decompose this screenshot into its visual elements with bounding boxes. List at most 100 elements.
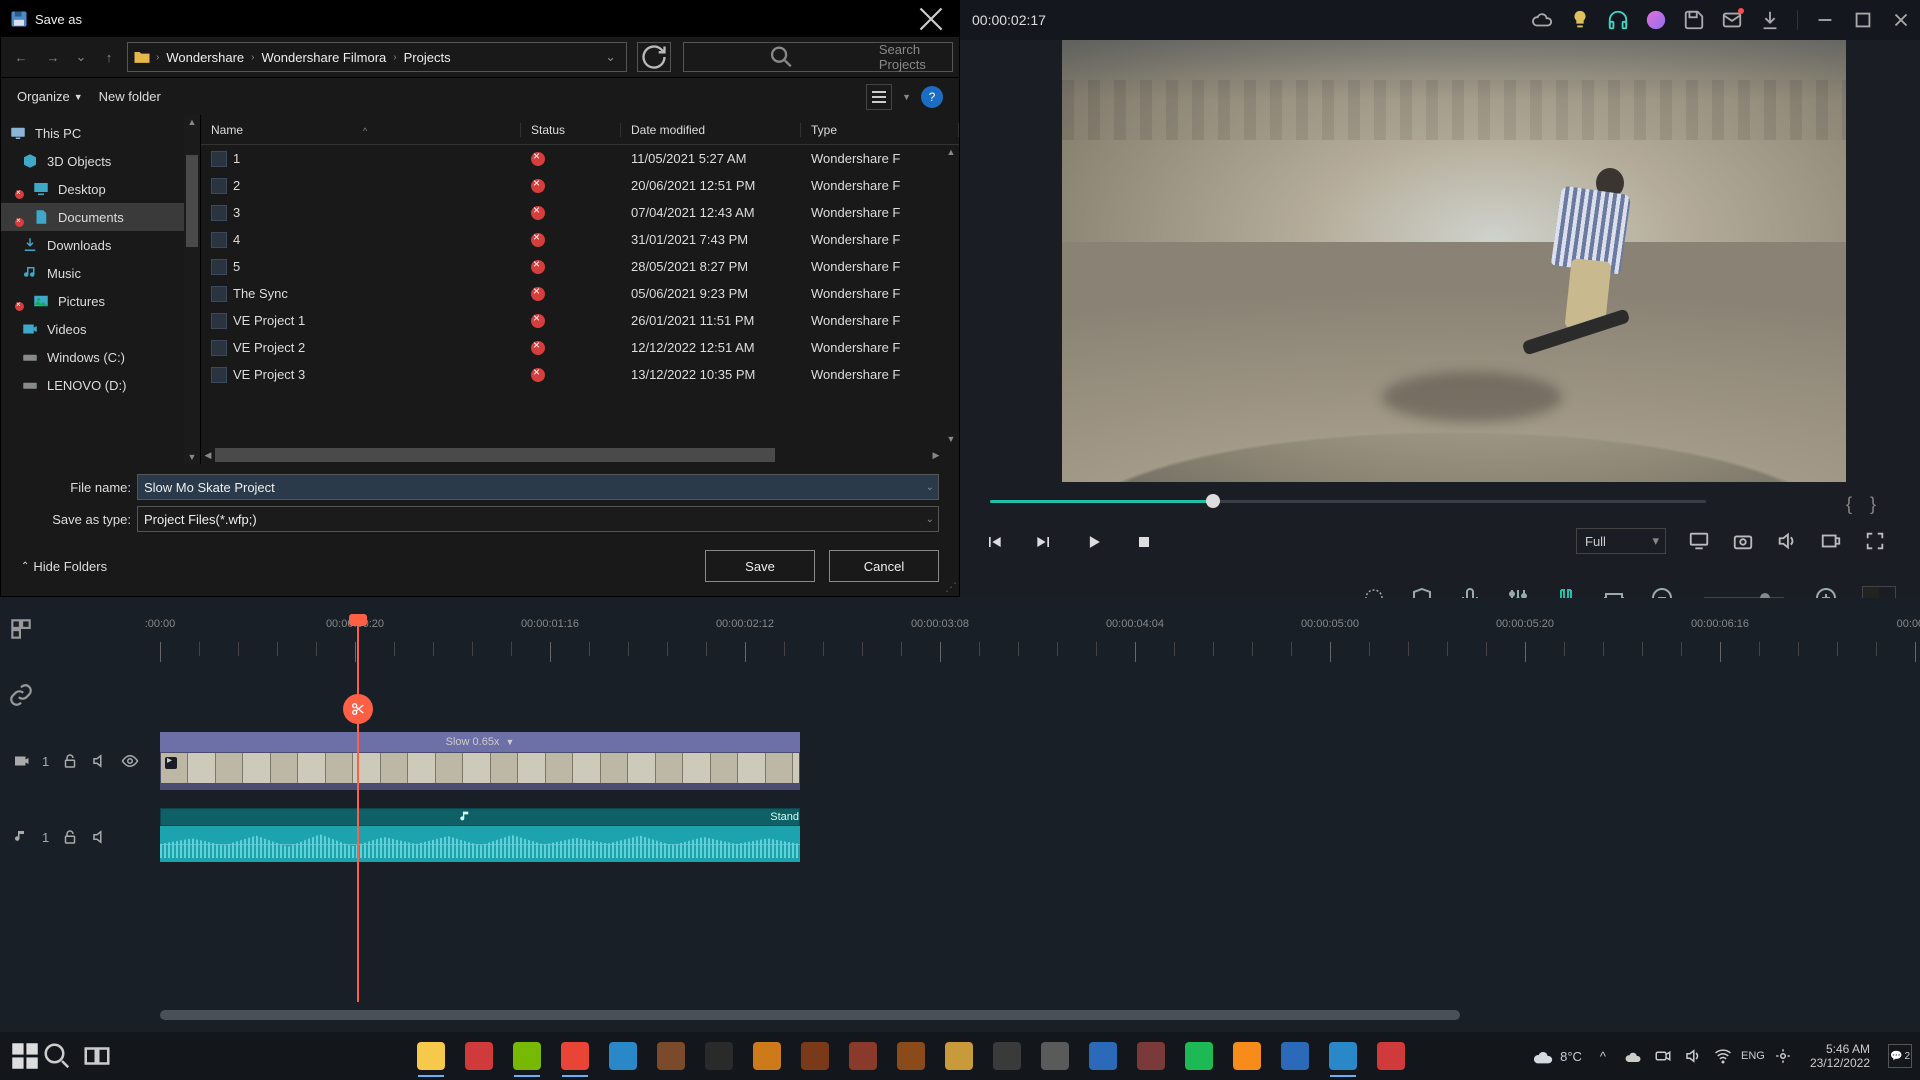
taskbar-app-19[interactable] bbox=[1324, 1037, 1362, 1075]
search-taskbar-button[interactable] bbox=[42, 1041, 72, 1071]
play-button[interactable] bbox=[1084, 532, 1104, 552]
mute-audio-icon[interactable] bbox=[91, 828, 109, 846]
back-button[interactable]: ← bbox=[7, 43, 35, 71]
lock-audio-icon[interactable] bbox=[61, 828, 79, 846]
nav-item-windows-c-[interactable]: Windows (C:) bbox=[1, 343, 200, 371]
nav-item-this-pc[interactable]: This PC bbox=[1, 119, 200, 147]
file-row[interactable]: The Sync05/06/2021 9:23 PMWondershare F bbox=[201, 280, 959, 307]
taskbar-app-5[interactable] bbox=[652, 1037, 690, 1075]
path-dropdown[interactable]: ⌄ bbox=[599, 49, 622, 65]
meet-now-icon[interactable] bbox=[1654, 1047, 1672, 1065]
file-name-dropdown[interactable]: ⌄ bbox=[926, 482, 934, 493]
audio-clip[interactable]: Stand bbox=[160, 808, 800, 864]
hide-folders-button[interactable]: ⌃Hide Folders bbox=[21, 559, 107, 574]
save-type-select[interactable]: Project Files(*.wfp;)⌄ bbox=[137, 506, 939, 532]
col-name[interactable]: Name bbox=[211, 123, 243, 137]
nav-item-music[interactable]: Music bbox=[1, 259, 200, 287]
file-row[interactable]: 220/06/2021 12:51 PMWondershare F bbox=[201, 172, 959, 199]
tray-volume-icon[interactable] bbox=[1684, 1047, 1702, 1065]
taskbar-app-11[interactable] bbox=[940, 1037, 978, 1075]
breadcrumb-1[interactable]: Wondershare Filmora bbox=[259, 50, 390, 65]
link-button[interactable] bbox=[8, 682, 34, 708]
next-frame-button[interactable] bbox=[1034, 532, 1054, 552]
maximize-icon[interactable] bbox=[1852, 9, 1874, 31]
video-clip[interactable]: Slow 0.65x▼ bbox=[160, 732, 800, 790]
nav-item-documents[interactable]: Documents bbox=[1, 203, 200, 231]
nav-scroll-up[interactable]: ▲ bbox=[186, 115, 198, 129]
nearby-share-icon[interactable] bbox=[1774, 1047, 1792, 1065]
wifi-icon[interactable] bbox=[1714, 1047, 1732, 1065]
nav-item-3d-objects[interactable]: 3D Objects bbox=[1, 147, 200, 175]
nav-item-pictures[interactable]: Pictures bbox=[1, 287, 200, 315]
nav-item-downloads[interactable]: Downloads bbox=[1, 231, 200, 259]
taskbar-app-4[interactable] bbox=[604, 1037, 642, 1075]
file-row[interactable]: 307/04/2021 12:43 AMWondershare F bbox=[201, 199, 959, 226]
file-row[interactable]: 528/05/2021 8:27 PMWondershare F bbox=[201, 253, 959, 280]
taskbar-app-8[interactable] bbox=[796, 1037, 834, 1075]
weather-widget[interactable]: 8°C bbox=[1532, 1045, 1582, 1067]
stop-button[interactable] bbox=[1134, 532, 1154, 552]
nav-scroll-down[interactable]: ▼ bbox=[186, 450, 198, 464]
taskbar-app-3[interactable] bbox=[556, 1037, 594, 1075]
onedrive-icon[interactable] bbox=[1624, 1047, 1642, 1065]
avatar-icon[interactable] bbox=[1645, 9, 1667, 31]
files-hscroll-thumb[interactable] bbox=[215, 448, 775, 462]
taskbar-app-6[interactable] bbox=[700, 1037, 738, 1075]
fullscreen-icon[interactable] bbox=[1864, 530, 1886, 552]
col-type[interactable]: Type bbox=[801, 123, 959, 137]
new-folder-button[interactable]: New folder bbox=[99, 89, 161, 104]
start-button[interactable] bbox=[8, 1039, 42, 1073]
recent-dropdown[interactable]: ⌄ bbox=[71, 43, 91, 71]
file-row[interactable]: VE Project 313/12/2022 10:35 PMWondersha… bbox=[201, 361, 959, 388]
headphones-icon[interactable] bbox=[1607, 9, 1629, 31]
lightbulb-icon[interactable] bbox=[1569, 9, 1591, 31]
taskbar-app-15[interactable] bbox=[1132, 1037, 1170, 1075]
files-hscroll-left[interactable]: ◀ bbox=[201, 448, 215, 462]
taskbar-app-9[interactable] bbox=[844, 1037, 882, 1075]
close-dialog-button[interactable] bbox=[911, 1, 951, 37]
tray-chevron-icon[interactable]: ^ bbox=[1594, 1047, 1612, 1065]
taskbar-app-7[interactable] bbox=[748, 1037, 786, 1075]
files-scroll-down[interactable]: ▼ bbox=[945, 432, 957, 446]
download-icon[interactable] bbox=[1759, 9, 1781, 31]
volume-icon[interactable] bbox=[1776, 530, 1798, 552]
progress-knob[interactable] bbox=[1206, 494, 1220, 508]
taskbar-app-2[interactable] bbox=[508, 1037, 546, 1075]
notification-button[interactable]: 💬2 bbox=[1888, 1044, 1912, 1068]
taskbar-app-14[interactable] bbox=[1084, 1037, 1122, 1075]
forward-button[interactable]: → bbox=[39, 43, 67, 71]
media-panel-button[interactable] bbox=[8, 616, 34, 642]
mute-video-icon[interactable] bbox=[91, 752, 109, 770]
col-status[interactable]: Status bbox=[521, 123, 621, 137]
taskbar-app-18[interactable] bbox=[1276, 1037, 1314, 1075]
search-input[interactable]: Search Projects bbox=[683, 42, 953, 72]
eye-icon[interactable] bbox=[121, 752, 139, 770]
cloud-icon[interactable] bbox=[1531, 9, 1553, 31]
cancel-button[interactable]: Cancel bbox=[829, 550, 939, 582]
taskbar-app-0[interactable] bbox=[412, 1037, 450, 1075]
lock-icon[interactable] bbox=[61, 752, 79, 770]
refresh-button[interactable] bbox=[637, 42, 671, 72]
nav-item-lenovo-d-[interactable]: LENOVO (D:) bbox=[1, 371, 200, 399]
file-name-input[interactable]: Slow Mo Skate Project⌄ bbox=[137, 474, 939, 500]
playhead[interactable] bbox=[357, 616, 359, 1002]
address-bar[interactable]: › Wondershare › Wondershare Filmora › Pr… bbox=[127, 42, 627, 72]
files-scroll-up[interactable]: ▲ bbox=[945, 145, 957, 159]
mark-in-icon[interactable]: { bbox=[1846, 494, 1852, 515]
col-date[interactable]: Date modified bbox=[621, 123, 801, 137]
close-app-icon[interactable] bbox=[1890, 9, 1912, 31]
view-options-button[interactable] bbox=[866, 84, 892, 110]
file-row[interactable]: 431/01/2021 7:43 PMWondershare F bbox=[201, 226, 959, 253]
save-button[interactable]: Save bbox=[705, 550, 815, 582]
export-icon[interactable] bbox=[1820, 530, 1842, 552]
taskbar-app-17[interactable] bbox=[1228, 1037, 1266, 1075]
snapshot-icon[interactable] bbox=[1732, 530, 1754, 552]
mark-out-icon[interactable]: } bbox=[1870, 494, 1876, 515]
timeline-scroll-thumb[interactable] bbox=[160, 1010, 1460, 1020]
monitor-icon[interactable] bbox=[1688, 530, 1710, 552]
quality-select[interactable]: Full bbox=[1576, 528, 1666, 554]
minimize-icon[interactable] bbox=[1814, 9, 1836, 31]
file-row[interactable]: VE Project 126/01/2021 11:51 PMWondersha… bbox=[201, 307, 959, 334]
language-icon[interactable]: ENG bbox=[1744, 1047, 1762, 1065]
prev-frame-button[interactable] bbox=[984, 532, 1004, 552]
